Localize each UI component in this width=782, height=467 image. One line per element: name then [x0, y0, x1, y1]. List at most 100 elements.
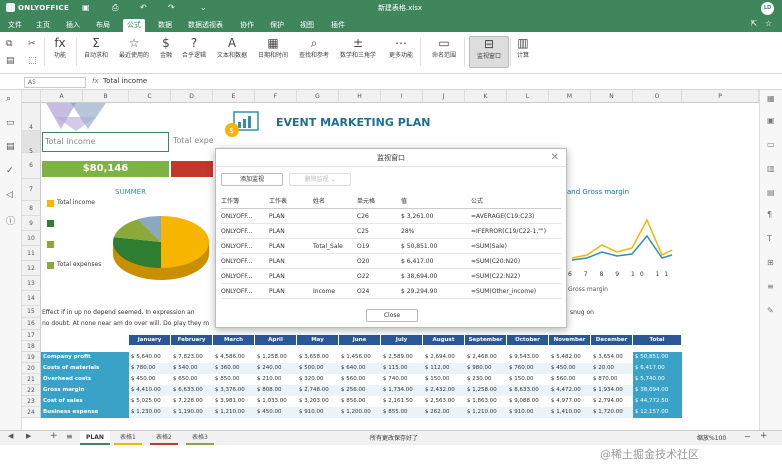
search-icon[interactable]: ⌕ — [6, 94, 11, 104]
table-cell[interactable]: $ 640.00 — [339, 363, 381, 374]
signature-icon[interactable]: ✎ — [767, 306, 774, 315]
table-cell[interactable]: $ 1,734.00 — [381, 385, 423, 396]
tab-insert[interactable]: 插入 — [62, 19, 84, 32]
calculate-button[interactable]: ▥ 计算 — [503, 36, 543, 59]
logical-button[interactable]: ? 合乎逻辑 — [174, 36, 214, 59]
named-range-button[interactable]: ▭ 命名范围 — [424, 36, 464, 59]
table-cell[interactable]: $ 450.00 — [549, 363, 591, 374]
watch-row[interactable]: ONLYOFF... PLAN O22 $ 38,694.00 =SUM(C22:N22… — [221, 269, 561, 284]
column-header[interactable]: A — [41, 90, 83, 103]
table-cell[interactable]: $ 256.00 — [339, 385, 381, 396]
row-header[interactable]: 5 — [22, 131, 41, 155]
row-header[interactable]: 22 — [22, 385, 41, 396]
last-sheet-icon[interactable]: ▶ — [26, 432, 31, 440]
total-income-value[interactable]: $80,146 — [42, 161, 169, 177]
table-cell[interactable]: $ 855.00 — [381, 407, 423, 418]
table-cell[interactable]: $ 9,543.00 — [507, 352, 549, 363]
table-cell[interactable]: $ 2,563.00 — [423, 396, 465, 407]
name-box[interactable]: A5 — [24, 77, 86, 88]
table-cell[interactable]: $ 1,410.00 — [549, 407, 591, 418]
table-cell[interactable]: $ 560.00 — [339, 374, 381, 385]
table-cell[interactable]: $ 38,694.00 — [633, 385, 682, 396]
add-watch-button[interactable]: 添加监视 — [221, 173, 283, 186]
column-header[interactable]: M — [549, 90, 591, 103]
table-cell[interactable]: $ 808.00 — [255, 385, 297, 396]
row-label[interactable]: Business expense — [41, 407, 129, 418]
row-header[interactable]: 11 — [22, 246, 41, 261]
table-cell[interactable]: $ 3,658.00 — [297, 352, 339, 363]
table-cell[interactable]: $ 320.00 — [297, 374, 339, 385]
table-cell[interactable]: $ 740.00 — [381, 374, 423, 385]
zoom-in-icon[interactable]: + — [760, 431, 768, 441]
about-icon[interactable]: ⓘ — [6, 214, 15, 227]
row-header[interactable]: 16 — [22, 318, 41, 330]
column-header[interactable]: N — [591, 90, 633, 103]
row-header[interactable]: 7 — [22, 179, 41, 201]
row-header[interactable]: 6 — [22, 153, 41, 179]
watch-row[interactable]: ONLYOFF... PLAN Income O24 $ 29,294.90 =SUM(O… — [221, 284, 561, 299]
table-cell[interactable]: $ 8,633.00 — [507, 385, 549, 396]
total-expenses-label[interactable]: Total expe — [171, 132, 213, 152]
feedback-icon[interactable]: ◁ — [6, 190, 13, 200]
table-cell[interactable]: $ 6,633.00 — [171, 385, 213, 396]
tab-file[interactable]: 文件 — [4, 19, 26, 32]
table-cell[interactable]: $ 1,033.00 — [255, 396, 297, 407]
first-sheet-icon[interactable]: ◀ — [8, 432, 13, 440]
table-cell[interactable]: $ 1,934.00 — [591, 385, 633, 396]
chat-icon[interactable]: ▤ — [6, 142, 15, 152]
lookup-button[interactable]: ⌕ 查找和参考 — [294, 36, 334, 59]
zoom-out-icon[interactable]: − — [744, 432, 751, 441]
row-header[interactable]: 18 — [22, 341, 41, 352]
table-cell[interactable]: $ 7,228.00 — [171, 396, 213, 407]
table-cell[interactable]: $ 910.00 — [297, 407, 339, 418]
total-income-label[interactable]: Total income — [42, 132, 169, 152]
column-header[interactable]: G — [297, 90, 339, 103]
tab-layout[interactable]: 布局 — [92, 19, 114, 32]
row-header[interactable]: 21 — [22, 374, 41, 385]
sheet-tab-3[interactable]: 表格3 — [186, 431, 214, 445]
tab-plugins[interactable]: 插件 — [327, 19, 349, 32]
table-cell[interactable]: $ 262.00 — [423, 407, 465, 418]
column-header[interactable]: B — [83, 90, 129, 103]
cell-settings-icon[interactable]: ▦ — [767, 94, 775, 103]
sheet-tab-plan[interactable]: PLAN — [80, 431, 110, 445]
table-cell[interactable]: $ 910.00 — [507, 407, 549, 418]
table-cell[interactable]: $ 6,417.00 — [633, 363, 682, 374]
row-label[interactable]: Company profit — [41, 352, 129, 363]
table-cell[interactable]: $ 5,740.00 — [633, 374, 682, 385]
table-cell[interactable]: $ 4,410.00 — [129, 385, 171, 396]
watch-row[interactable]: ONLYOFF... PLAN C26 $ 3,261.00 =AVERAGE(C19:… — [221, 209, 561, 224]
table-cell[interactable]: $ 12,157.00 — [633, 407, 682, 418]
watch-row[interactable]: ONLYOFF... PLAN C25 28% =IFERROR(C19/C22-1,"… — [221, 224, 561, 239]
table-cell[interactable]: $ 20.00 — [591, 363, 633, 374]
table-cell[interactable]: $ 2,432.00 — [423, 385, 465, 396]
formula-input[interactable]: Total income — [103, 77, 147, 85]
add-sheet-icon[interactable]: + — [50, 431, 58, 441]
column-header[interactable]: P — [682, 90, 759, 103]
column-header[interactable]: H — [339, 90, 381, 103]
column-header[interactable]: I — [381, 90, 423, 103]
table-cell[interactable]: $ 240.00 — [255, 363, 297, 374]
table-cell[interactable]: $ 2,589.00 — [381, 352, 423, 363]
table-cell[interactable]: $ 230.00 — [465, 374, 507, 385]
tab-collaborate[interactable]: 协作 — [236, 19, 258, 32]
tab-data[interactable]: 数据 — [154, 19, 176, 32]
function-button[interactable]: fx 功能 — [40, 36, 80, 59]
tab-formula[interactable]: 公式 — [123, 19, 145, 32]
table-cell[interactable]: $ 560.00 — [549, 374, 591, 385]
quick-access-dropdown-icon[interactable]: ⌄ — [200, 3, 207, 12]
close-button[interactable]: Close — [366, 309, 418, 322]
sheet-list-icon[interactable]: ≡ — [66, 432, 73, 441]
pivot-settings-icon[interactable]: ⊞ — [767, 258, 774, 267]
row-label[interactable]: Overhead costs — [41, 374, 129, 385]
save-icon[interactable]: ▣ — [82, 3, 90, 12]
date-time-button[interactable]: ▦ 日期和时间 — [253, 36, 293, 59]
column-header[interactable]: L — [507, 90, 549, 103]
text-data-button[interactable]: A 文本和数据 — [212, 36, 252, 59]
table-cell[interactable]: $ 5,025.00 — [129, 396, 171, 407]
spellcheck-icon[interactable]: ✓ — [6, 166, 14, 176]
table-cell[interactable]: $ 1,210.00 — [213, 407, 255, 418]
table-cell[interactable]: $ 3,203.00 — [297, 396, 339, 407]
table-cell[interactable]: $ 1,258.00 — [255, 352, 297, 363]
sheet-tab-1[interactable]: 表格1 — [114, 431, 142, 445]
